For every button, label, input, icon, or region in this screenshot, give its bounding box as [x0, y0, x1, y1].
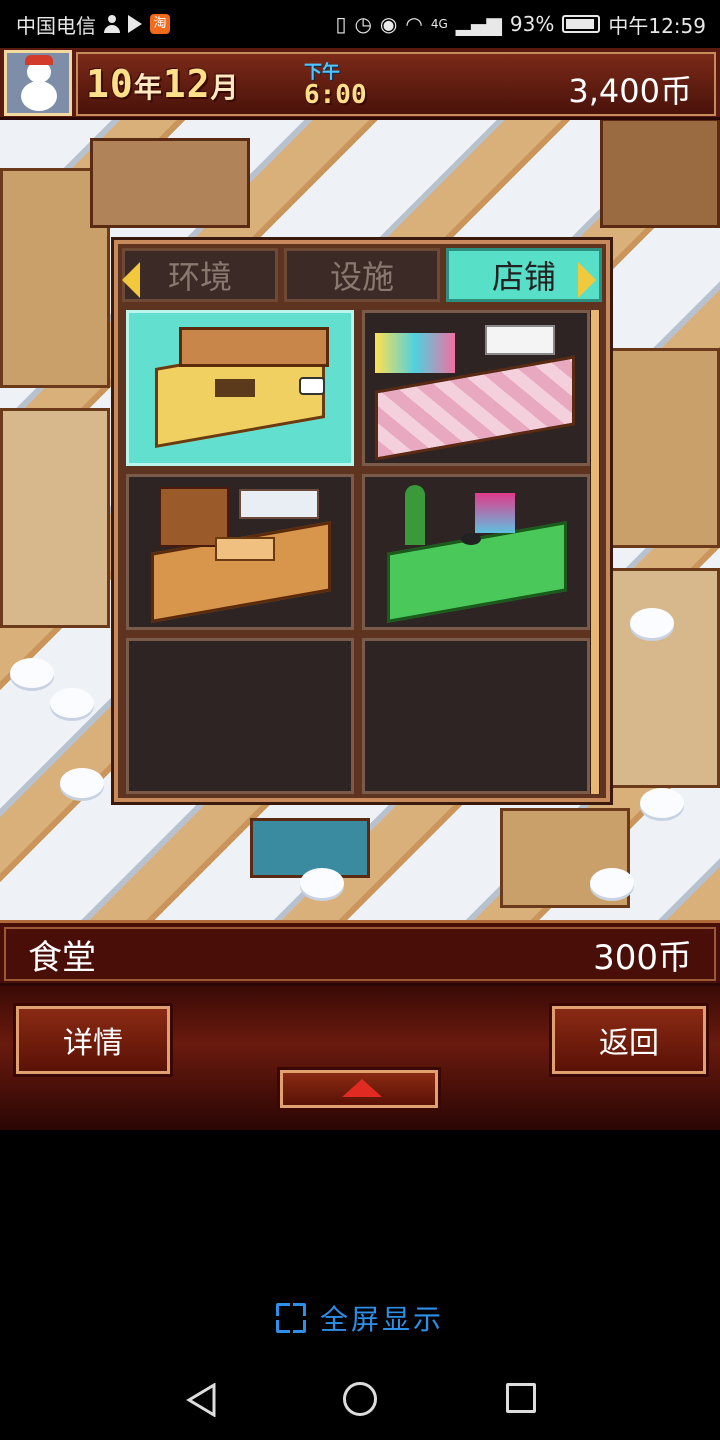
- shop-item-library[interactable]: [126, 474, 354, 630]
- selected-item-bar: 食堂 300币: [0, 920, 720, 986]
- nav-back-icon[interactable]: [186, 1383, 216, 1417]
- top-hud: 10年12月 下午 6:00 3,400币: [0, 48, 720, 120]
- nav-home-icon[interactable]: [343, 1382, 377, 1416]
- wifi-icon: ◠: [405, 12, 423, 36]
- snow-pile: [640, 788, 684, 818]
- details-button[interactable]: 详情: [16, 1006, 170, 1074]
- selected-item-name: 食堂: [28, 937, 96, 978]
- shop-item-empty: [126, 638, 354, 794]
- clock-value: 6:00: [304, 80, 367, 110]
- shop-item-dining-room[interactable]: [126, 310, 354, 466]
- system-navigation-bar: [0, 1360, 720, 1440]
- nav-recent-apps-icon[interactable]: [506, 1383, 536, 1413]
- clock-label: 中午12:59: [608, 13, 706, 38]
- user-icon: [104, 15, 120, 33]
- building-top-2: [600, 118, 720, 228]
- year-unit: 年: [133, 71, 163, 104]
- up-arrow-icon: [342, 1079, 382, 1097]
- month-value: 12: [162, 62, 211, 106]
- snow-pile: [300, 868, 344, 898]
- potted-palm: [405, 485, 425, 545]
- desk: [215, 537, 275, 561]
- back-button[interactable]: 返回: [552, 1006, 706, 1074]
- counter: [485, 325, 555, 355]
- tab-facilities[interactable]: 设施: [284, 248, 440, 302]
- room-wall: [179, 327, 329, 367]
- shop-item-empty: [362, 638, 590, 794]
- date-display: 10年12月: [86, 62, 240, 106]
- snow-pile: [10, 658, 54, 688]
- snow-pile: [60, 768, 104, 798]
- build-menu-popup: 环境 设施 店铺: [114, 240, 610, 802]
- signal-icon: ▂▄▆: [455, 12, 502, 36]
- fullscreen-toggle[interactable]: 全屏显示: [276, 1298, 444, 1338]
- snowman-avatar[interactable]: [4, 50, 72, 116]
- date-money-bar: 10年12月 下午 6:00 3,400币: [76, 52, 716, 116]
- snow-pile: [630, 608, 674, 638]
- low-table: [215, 379, 255, 397]
- vibrate-icon: ▯: [335, 12, 347, 36]
- snow-pile: [50, 688, 94, 718]
- display-rack: [475, 493, 515, 533]
- network-label: 4G: [430, 17, 448, 31]
- goods-shelf: [375, 333, 455, 373]
- carrier-label: 中国电信: [16, 13, 96, 38]
- money-display: 3,400币: [568, 72, 692, 110]
- prev-tab-arrow-icon[interactable]: [122, 262, 140, 298]
- window: [239, 489, 319, 519]
- tab-environment[interactable]: 环境: [122, 248, 278, 302]
- alarm-icon: ◷: [354, 12, 372, 36]
- next-tab-arrow-icon[interactable]: [578, 262, 596, 298]
- bottom-controls: 详情 返回: [0, 986, 720, 1130]
- eye-icon: ◉: [379, 12, 398, 36]
- expand-up-button[interactable]: [280, 1070, 438, 1108]
- fullscreen-icon: [276, 1303, 306, 1333]
- scrollbar-thumb[interactable]: [591, 310, 599, 794]
- battery-label: 93%: [509, 12, 555, 36]
- building-right-1: [610, 348, 720, 548]
- shop-item-souvenir-shop[interactable]: [362, 310, 590, 466]
- grid-scrollbar[interactable]: [590, 310, 600, 794]
- category-tabs: 环境 设施 店铺: [122, 248, 602, 302]
- year-value: 10: [86, 62, 134, 106]
- month-unit: 月: [210, 71, 240, 104]
- snow-pile: [590, 868, 634, 898]
- battery-icon: [562, 15, 601, 33]
- status-bar: 中国电信 淘 ▯ ◷ ◉ ◠ 4G ▂▄▆ 93% 中午12:59: [0, 0, 720, 48]
- selected-item-frame: 食堂 300币: [4, 927, 716, 981]
- time-display: 下午 6:00: [304, 58, 367, 110]
- building-right-2: [610, 568, 720, 788]
- building-top-1: [90, 138, 250, 228]
- shop-grid: [126, 310, 590, 794]
- play-icon: [128, 15, 142, 33]
- stool: [461, 533, 481, 545]
- building-left-2: [0, 408, 110, 628]
- fullscreen-label: 全屏显示: [320, 1303, 445, 1336]
- pointer-hand-icon: [299, 377, 325, 395]
- taobao-icon: 淘: [150, 14, 170, 34]
- shop-item-plant-shop[interactable]: [362, 474, 590, 630]
- hot-spring: [250, 818, 370, 878]
- selected-item-price: 300币: [593, 937, 692, 978]
